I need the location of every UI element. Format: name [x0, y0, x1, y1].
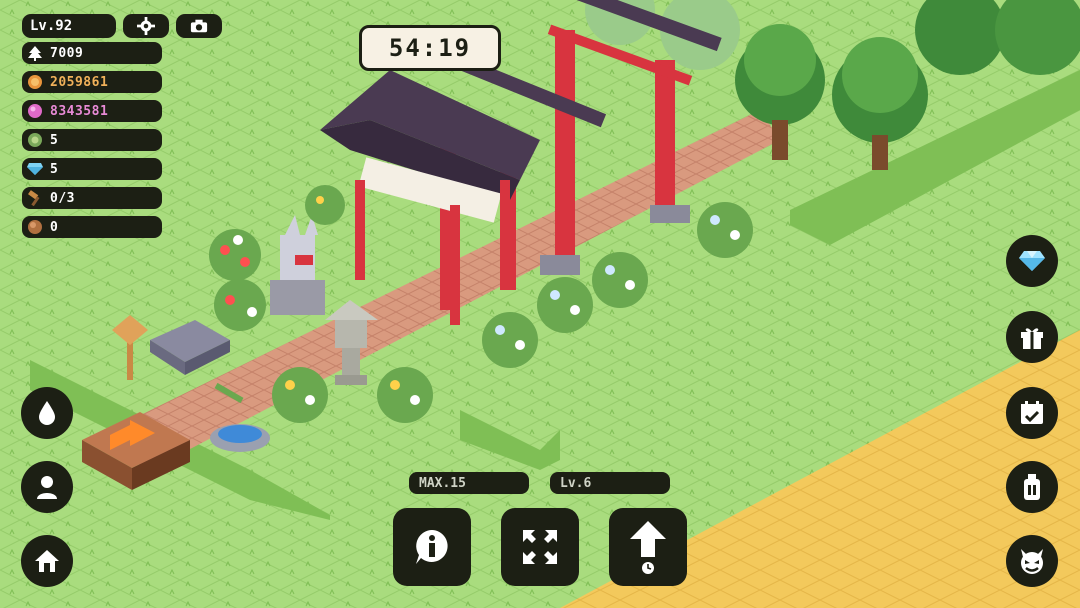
gift-icon	[1021, 328, 1043, 349]
gems-value: 8343581	[50, 103, 109, 119]
info-button[interactable]	[393, 508, 471, 586]
seeds-value: 5	[50, 132, 59, 148]
diamonds-value: 5	[50, 161, 59, 177]
resource-acorns: 0	[22, 216, 162, 238]
hammer-icon	[26, 189, 44, 207]
gear-icon	[137, 17, 155, 35]
resource-hammers: 0/3	[22, 187, 162, 209]
clock-icon	[642, 562, 654, 574]
level-pill: Lv.92	[22, 14, 116, 38]
resource-trees: 7009	[22, 42, 162, 64]
info-icon	[416, 530, 448, 564]
house-icon	[35, 550, 59, 572]
max-level-text: MAX.15	[419, 475, 466, 491]
upgrade-button[interactable]	[609, 508, 687, 586]
calendar-icon	[1021, 401, 1043, 424]
acorn-icon	[26, 218, 44, 236]
building-level-text: Lv.6	[560, 475, 592, 491]
profile-button[interactable]	[21, 461, 73, 513]
timer-box: 54:19	[359, 25, 501, 71]
diamond-icon	[26, 160, 44, 178]
water-drop-button[interactable]	[21, 387, 73, 439]
settings-button[interactable]	[123, 14, 169, 38]
bottle-icon	[1024, 474, 1040, 500]
potion-button[interactable]	[1006, 461, 1058, 513]
coins-value: 2059861	[50, 74, 109, 90]
building-level-label: Lv.6	[550, 472, 670, 494]
move-button[interactable]	[501, 508, 579, 586]
seed-icon	[26, 131, 44, 149]
resource-seeds: 5	[22, 129, 162, 151]
hammers-value: 0/3	[50, 190, 75, 206]
trees-value: 7009	[50, 45, 84, 61]
timer-value: 54:19	[388, 34, 472, 62]
camera-icon	[190, 19, 208, 33]
diamond-shop-button[interactable]	[1006, 235, 1058, 287]
expand-arrows-icon	[523, 530, 557, 564]
acorns-value: 0	[50, 219, 59, 235]
diamond-icon	[1019, 251, 1045, 271]
tree-icon	[26, 44, 44, 62]
water-drop-icon	[39, 401, 55, 425]
player-level: Lv.92	[30, 18, 73, 34]
upgrade-arrow-icon	[630, 521, 666, 557]
resource-coins: 2059861	[22, 71, 162, 93]
demon-button[interactable]	[1006, 535, 1058, 587]
max-level-label: MAX.15	[409, 472, 529, 494]
person-icon	[37, 476, 57, 499]
camera-button[interactable]	[176, 14, 222, 38]
gem-icon	[26, 102, 44, 120]
demon-face-icon	[1021, 549, 1043, 574]
calendar-button[interactable]	[1006, 387, 1058, 439]
resource-diamonds: 5	[22, 158, 162, 180]
coin-icon	[26, 73, 44, 91]
home-button[interactable]	[21, 535, 73, 587]
gift-button[interactable]	[1006, 311, 1058, 363]
resource-gems: 8343581	[22, 100, 162, 122]
